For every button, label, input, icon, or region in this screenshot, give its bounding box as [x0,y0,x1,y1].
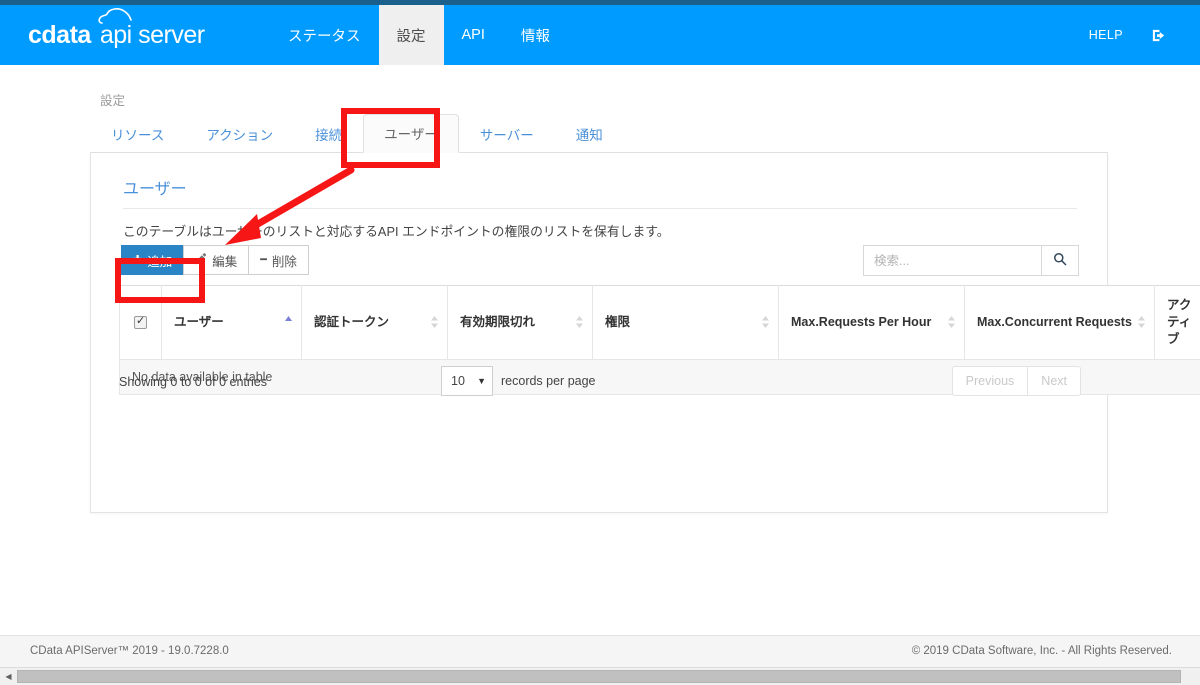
logout-icon[interactable] [1141,28,1176,43]
status-bar: CData APIServer™ 2019 - 19.0.7228.0 © 20… [0,635,1200,667]
sort-both-icon [1138,316,1145,329]
column-select-all[interactable] [119,285,162,360]
column-expired-label: 有効期限切れ [460,314,536,329]
table-search [863,245,1079,276]
add-button[interactable]: ✚ 追加 [121,245,185,275]
search-button[interactable] [1041,245,1079,276]
sort-both-icon [762,316,769,329]
page-size-label: records per page [501,374,596,388]
scroll-left-arrow[interactable]: ◀ [0,668,17,685]
page-size-value: 10 [451,374,465,388]
pagination: Previous Next [951,366,1081,396]
copyright: © 2019 CData Software, Inc. - All Rights… [911,645,1172,657]
column-privileges[interactable]: 権限 [592,285,779,360]
brand-name-cdata: cdata [28,20,91,49]
plus-icon: ✚ [133,253,143,266]
top-navbar: cdata api server ステータス 設定 API 情報 HELP [0,5,1200,65]
nav-link-status[interactable]: ステータス [270,5,379,65]
sort-both-icon [576,316,583,329]
panel-divider [123,208,1077,209]
nav-link-settings[interactable]: 設定 [378,5,444,65]
table-footer: Showing 0 to 0 of 0 entries 10 ▼ records… [119,366,1081,406]
column-auth-token-label: 認証トークン [314,314,390,329]
brand-name-api-server: api server [99,20,205,49]
table-header-row: ユーザー 認証トークン [119,285,1200,360]
pencil-icon [195,252,207,268]
app-window: cdata api server ステータス 設定 API 情報 HELP 設定… [0,0,1200,685]
column-expired[interactable]: 有効期限切れ [447,285,593,360]
column-auth-token[interactable]: 認証トークン [301,285,448,360]
column-user-label: ユーザー [174,314,224,329]
navbar-links: ステータス 設定 API 情報 [270,5,568,65]
chevron-down-icon: ▼ [477,376,486,386]
tab-resources[interactable]: リソース [90,115,185,153]
column-privileges-label: 権限 [605,314,631,329]
users-panel: ユーザー このテーブルはユーザーのリストと対応するAPI エンドポイントの権限の… [90,153,1200,513]
tab-server[interactable]: サーバー [459,115,555,153]
column-max-requests-per-hour[interactable]: Max.Requests Per Hour [778,285,965,360]
settings-tabs: リソース アクション 接続 ユーザー サーバー 通知 [90,114,1108,153]
sort-both-icon [431,316,438,329]
edit-button[interactable]: 編集 [183,245,250,275]
horizontal-scrollbar[interactable]: ◀ [0,667,1200,685]
column-max-concurrent-requests[interactable]: Max.Concurrent Requests [964,285,1155,360]
panel-title: ユーザー [123,181,187,198]
nav-link-help[interactable]: HELP [1071,28,1141,42]
delete-button[interactable]: ━ 削除 [248,245,309,275]
column-user[interactable]: ユーザー [161,285,302,360]
search-icon [1053,252,1067,269]
tab-users[interactable]: ユーザー [363,114,459,153]
column-active-label: アクティブ [1167,298,1192,346]
next-page-button[interactable]: Next [1027,366,1081,396]
page-size-control: 10 ▼ records per page [441,366,596,396]
column-active[interactable]: アクティブ [1154,285,1200,360]
nav-link-info[interactable]: 情報 [503,5,568,65]
showing-entries: Showing 0 to 0 of 0 entries [119,375,268,389]
scrollbar-thumb[interactable] [17,670,1181,683]
search-input[interactable] [863,245,1041,276]
table-toolbar: ✚ 追加 編集 ━ 削除 [121,245,309,275]
page-body: 設定 リソース アクション 接続 ユーザー サーバー 通知 ユーザー このテーブ… [0,65,1200,635]
tab-notifications[interactable]: 通知 [555,115,624,153]
breadcrumb: 設定 [100,94,126,108]
sort-both-icon [948,316,955,329]
page-size-select[interactable]: 10 ▼ [441,366,493,396]
navbar-right: HELP [1071,5,1200,65]
edit-button-label: 編集 [212,254,238,269]
panel-description: このテーブルはユーザーのリストと対応するAPI エンドポイントの権限のリストを保… [123,224,670,239]
tab-actions[interactable]: アクション [185,115,294,153]
minus-icon: ━ [260,253,267,266]
column-max-requests-per-hour-label: Max.Requests Per Hour [791,314,932,329]
brand-logo[interactable]: cdata api server [0,5,270,65]
tab-connections[interactable]: 接続 [294,115,363,153]
column-max-concurrent-requests-label: Max.Concurrent Requests [977,314,1132,329]
nav-link-api[interactable]: API [444,5,503,65]
product-version: CData APIServer™ 2019 - 19.0.7228.0 [30,645,229,657]
add-button-label: 追加 [147,254,173,269]
previous-page-button[interactable]: Previous [951,366,1029,396]
delete-button-label: 削除 [271,254,297,269]
select-all-checkbox[interactable] [134,314,147,330]
sort-asc-icon [285,316,292,322]
